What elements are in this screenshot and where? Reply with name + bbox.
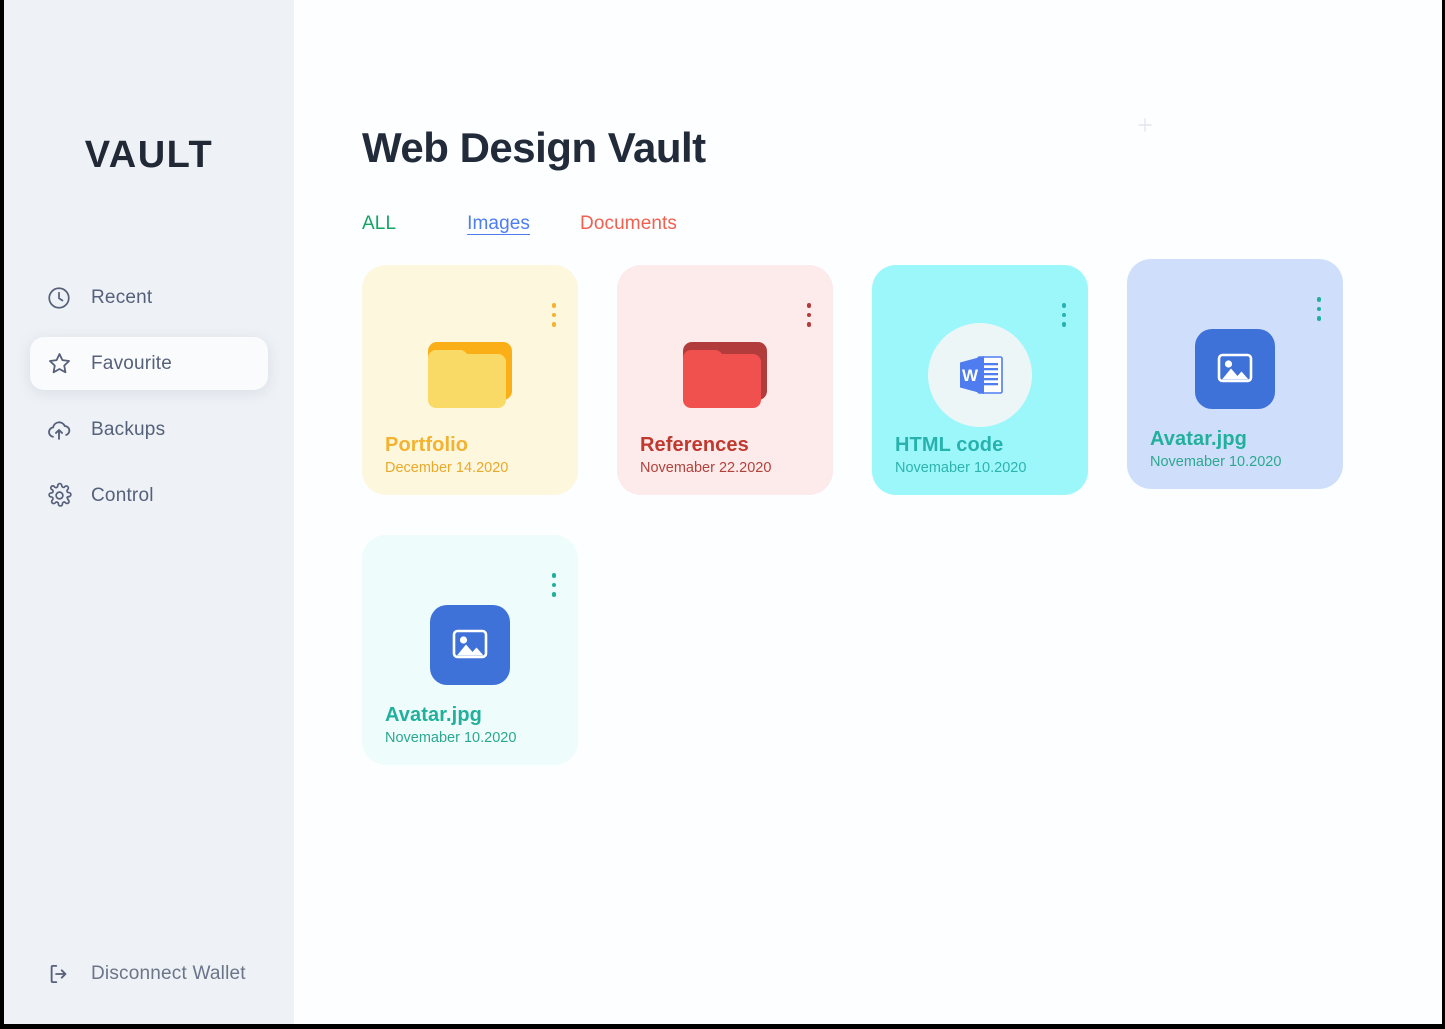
clock-icon: [45, 284, 73, 312]
file-card-avatar-1[interactable]: Avatar.jpg Novemaber 10.2020: [1127, 259, 1343, 489]
file-name: Avatar.jpg: [385, 704, 482, 726]
tab-all[interactable]: ALL: [362, 213, 396, 235]
tab-documents[interactable]: Documents: [580, 213, 677, 235]
three-dots-vertical-icon[interactable]: [1316, 297, 1321, 321]
file-meta: HTML code Novemaber 10.2020: [895, 434, 1026, 476]
sidebar-item-favourite[interactable]: Favourite: [30, 337, 268, 390]
sidebar: VAULT Recent Favourite Backups Control D…: [4, 0, 294, 1024]
main-content: Web Design Vault ALL Images Documents Po…: [294, 0, 1442, 1024]
sidebar-item-label: Control: [91, 484, 154, 506]
image-file-icon: [1195, 329, 1275, 409]
gear-icon: [45, 482, 73, 510]
file-card-portfolio[interactable]: Portfolio December 14.2020: [362, 265, 578, 495]
sidebar-item-control[interactable]: Control: [30, 469, 268, 522]
file-card-avatar-2[interactable]: Avatar.jpg Novemaber 10.2020: [362, 535, 578, 765]
file-meta: Avatar.jpg Novemaber 10.2020: [1150, 428, 1281, 470]
cloud-upload-icon: [45, 416, 73, 444]
filter-tabs: ALL Images Documents: [362, 213, 1442, 235]
file-thumbnail: [362, 327, 578, 423]
three-dots-vertical-icon[interactable]: [551, 303, 556, 327]
file-thumbnail: [617, 327, 833, 423]
file-thumbnail: [1127, 321, 1343, 417]
file-date: December 14.2020: [385, 460, 509, 476]
file-date: Novemaber 22.2020: [640, 460, 772, 476]
file-thumbnail: W: [872, 323, 1088, 427]
tab-images[interactable]: Images: [467, 213, 530, 235]
file-thumbnail: [362, 597, 578, 693]
three-dots-vertical-icon[interactable]: [806, 303, 811, 327]
file-meta: Portfolio December 14.2020: [385, 434, 508, 476]
folder-icon: [428, 342, 512, 408]
three-dots-vertical-icon[interactable]: [551, 573, 556, 597]
file-date: Novemaber 10.2020: [385, 730, 517, 746]
word-document-icon: W: [928, 323, 1032, 427]
sidebar-item-label: Favourite: [91, 352, 173, 374]
page-title: Web Design Vault: [362, 124, 706, 171]
file-meta: References Novemaber 22.2020: [640, 434, 771, 476]
file-date: Novemaber 10.2020: [1150, 454, 1282, 470]
three-dots-vertical-icon[interactable]: [1061, 303, 1066, 327]
logout-icon: [45, 960, 73, 988]
sidebar-item-recent[interactable]: Recent: [30, 271, 268, 324]
file-card-html-code[interactable]: W HTML code Novemaber 10.2020: [872, 265, 1088, 495]
disconnect-wallet-button[interactable]: Disconnect Wallet: [4, 960, 294, 988]
disconnect-wallet-label: Disconnect Wallet: [91, 963, 246, 984]
file-meta: Avatar.jpg Novemaber 10.2020: [385, 704, 516, 746]
sidebar-item-label: Backups: [91, 418, 166, 440]
svg-text:W: W: [962, 366, 979, 385]
star-icon: [45, 350, 73, 378]
sidebar-item-backups[interactable]: Backups: [30, 403, 268, 456]
file-name: Avatar.jpg: [1150, 428, 1247, 450]
file-name: References: [640, 434, 749, 456]
sidebar-nav: Recent Favourite Backups Control: [4, 271, 294, 522]
image-file-icon: [430, 605, 510, 685]
app-logo: VAULT: [84, 134, 214, 176]
sidebar-item-label: Recent: [91, 286, 153, 308]
file-card-references[interactable]: References Novemaber 22.2020: [617, 265, 833, 495]
app-window: VAULT Recent Favourite Backups Control D…: [4, 0, 1442, 1024]
file-date: Novemaber 10.2020: [895, 460, 1027, 476]
file-name: HTML code: [895, 434, 1004, 456]
file-name: Portfolio: [385, 434, 469, 456]
file-card-grid: Portfolio December 14.2020 References No…: [362, 259, 1382, 805]
folder-icon: [683, 342, 767, 408]
